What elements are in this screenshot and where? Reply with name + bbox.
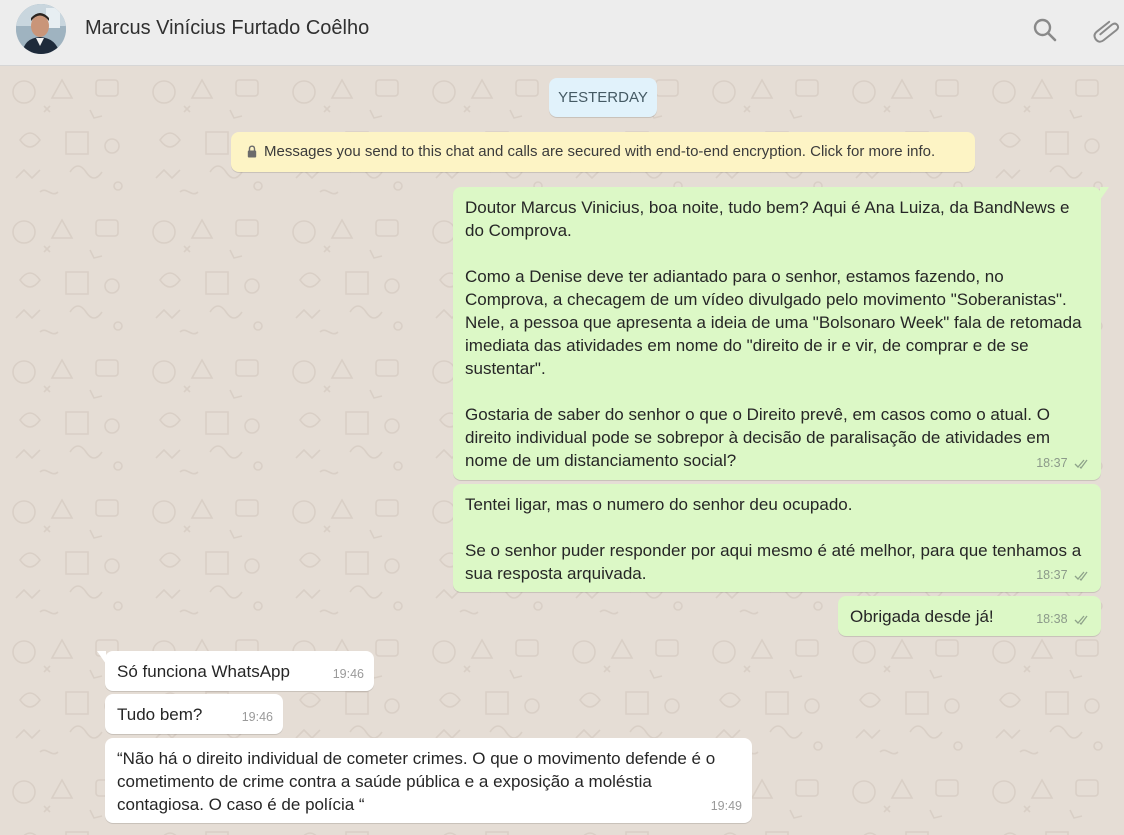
contact-avatar[interactable] — [16, 4, 66, 54]
encryption-notice-text: Messages you send to this chat and calls… — [264, 143, 936, 160]
message-text: Doutor Marcus Vinicius, boa noite, tudo … — [465, 198, 1082, 470]
message-incoming[interactable]: “Não há o direito individual de cometer … — [105, 738, 752, 823]
encryption-notice[interactable]: Messages you send to this chat and calls… — [231, 132, 975, 172]
message-meta: 18:37 — [1036, 564, 1091, 587]
bubble-tail — [1100, 187, 1109, 200]
contact-name[interactable]: Marcus Vinícius Furtado Coêlho — [85, 17, 369, 40]
lock-icon — [247, 145, 257, 158]
read-receipt-icon — [1074, 571, 1088, 581]
bubble-tail — [97, 651, 106, 664]
message-meta: 18:38 — [1036, 608, 1091, 631]
message-text: “Não há o direito individual de cometer … — [117, 749, 720, 814]
message-time: 19:49 — [710, 799, 742, 813]
message-time: 18:38 — [1036, 612, 1068, 626]
read-receipt-icon — [1074, 459, 1088, 469]
message-time: 19:46 — [332, 667, 364, 681]
message-outgoing[interactable]: Tentei ligar, mas o numero do senhor deu… — [453, 484, 1101, 592]
read-receipt-icon — [1074, 615, 1088, 625]
message-text: Tentei ligar, mas o numero do senhor deu… — [465, 495, 1082, 583]
search-icon[interactable] — [1031, 16, 1059, 44]
message-meta: 19:46 — [333, 663, 364, 686]
attach-icon[interactable] — [1092, 16, 1120, 44]
message-outgoing[interactable]: Doutor Marcus Vinicius, boa noite, tudo … — [453, 187, 1109, 480]
message-time: 18:37 — [1036, 456, 1068, 470]
message-incoming[interactable]: Só funciona WhatsApp 19:46 — [97, 651, 374, 691]
message-meta: 19:49 — [711, 795, 742, 818]
message-time: 19:46 — [241, 710, 273, 724]
message-time: 18:37 — [1036, 568, 1068, 582]
message-meta: 18:37 — [1036, 452, 1091, 475]
message-meta: 19:46 — [242, 706, 273, 729]
message-incoming[interactable]: Tudo bem? 19:46 — [105, 694, 283, 734]
message-outgoing[interactable]: Obrigada desde já! 18:38 — [838, 596, 1101, 636]
chat-header: Marcus Vinícius Furtado Coêlho — [0, 0, 1124, 66]
date-chip: YESTERDAY — [549, 78, 657, 117]
chat-panel[interactable]: YESTERDAY Messages you send to this chat… — [0, 66, 1124, 835]
message-text: Só funciona WhatsApp — [117, 662, 290, 681]
